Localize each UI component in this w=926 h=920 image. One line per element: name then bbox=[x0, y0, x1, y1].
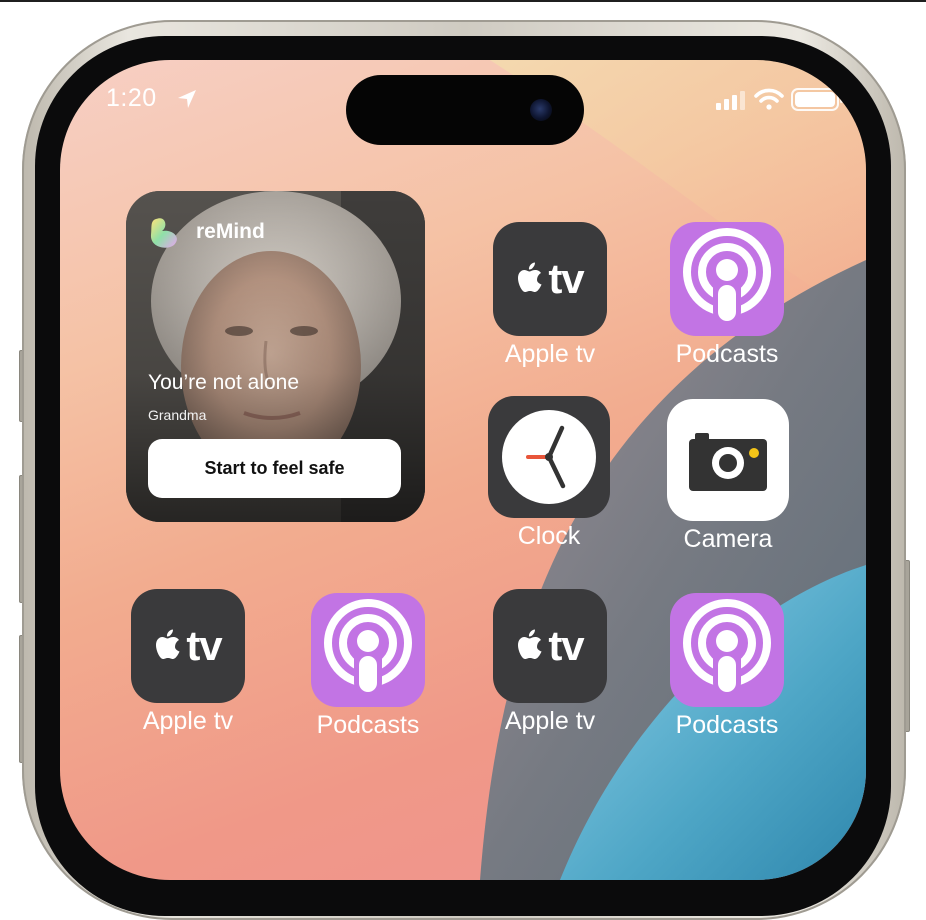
remind-widget[interactable]: reMind You’re not alone Grandma Start to… bbox=[126, 191, 425, 522]
battery-icon bbox=[791, 88, 843, 111]
app-camera[interactable]: Camera bbox=[648, 399, 808, 554]
remind-logo-icon bbox=[150, 218, 177, 248]
app-label: Podcasts bbox=[675, 340, 779, 368]
start-to-feel-safe-button[interactable]: Start to feel safe bbox=[148, 439, 401, 498]
apple-logo-icon bbox=[156, 629, 180, 659]
app-apple-tv[interactable]: tv Apple tv bbox=[470, 589, 630, 736]
tv-mark: tv bbox=[186, 622, 222, 669]
app-clock[interactable]: Clock bbox=[469, 396, 629, 551]
apple-tv-icon: tv bbox=[131, 589, 245, 703]
app-podcasts[interactable]: Podcasts bbox=[647, 222, 807, 369]
home-screen: 1:20 reMind You’re not alone Grandma Sta… bbox=[60, 60, 866, 880]
podcasts-icon bbox=[311, 593, 425, 707]
location-arrow-icon bbox=[178, 90, 196, 108]
wifi-icon bbox=[754, 88, 784, 110]
app-label: Apple tv bbox=[504, 340, 596, 368]
app-label: Apple tv bbox=[504, 707, 596, 735]
app-label: Podcasts bbox=[316, 711, 420, 739]
status-indicators bbox=[716, 88, 843, 111]
app-apple-tv[interactable]: tv Apple tv bbox=[108, 589, 268, 736]
podcasts-icon bbox=[670, 222, 784, 336]
widget-app-name: reMind bbox=[196, 220, 265, 243]
app-label: Podcasts bbox=[675, 711, 779, 739]
cellular-signal-icon bbox=[716, 91, 745, 110]
app-apple-tv[interactable]: tv Apple tv bbox=[470, 222, 630, 369]
widget-title: You’re not alone bbox=[148, 371, 300, 394]
apple-logo-icon bbox=[518, 629, 542, 659]
camera-icon bbox=[667, 399, 789, 521]
front-camera bbox=[530, 99, 552, 121]
tv-mark: tv bbox=[548, 255, 584, 302]
app-label: Clock bbox=[517, 522, 581, 550]
app-label: Apple tv bbox=[142, 707, 234, 735]
tv-mark: tv bbox=[548, 622, 584, 669]
app-podcasts[interactable]: Podcasts bbox=[288, 593, 448, 740]
podcasts-icon bbox=[670, 593, 784, 707]
top-edge-line bbox=[0, 0, 926, 2]
widget-subtitle: Grandma bbox=[148, 407, 207, 423]
app-podcasts[interactable]: Podcasts bbox=[647, 593, 807, 740]
apple-tv-icon: tv bbox=[493, 222, 607, 336]
apple-logo-icon bbox=[518, 262, 542, 292]
clock-icon bbox=[488, 396, 610, 518]
apple-tv-icon: tv bbox=[493, 589, 607, 703]
status-time: 1:20 bbox=[106, 84, 157, 112]
dynamic-island bbox=[346, 75, 584, 145]
app-label: Camera bbox=[683, 525, 773, 553]
